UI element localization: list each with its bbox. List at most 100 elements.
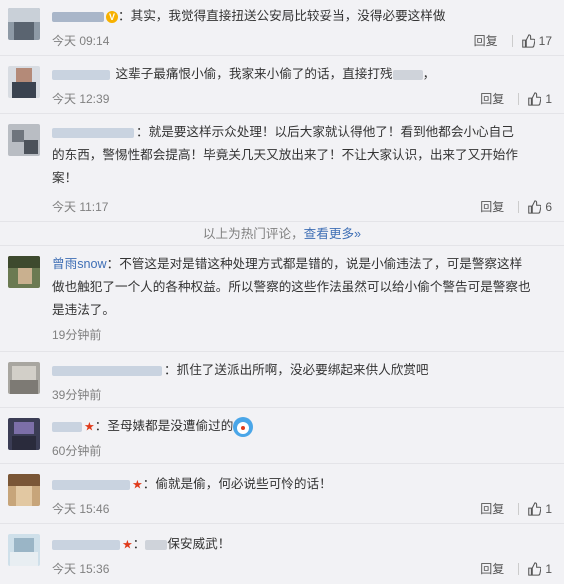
divider xyxy=(518,562,520,575)
comment-body: 曾雨snow：不管这是对是错这种处理方式都是错的，说是小偷违法了，可是警察这样 … xyxy=(52,253,546,322)
comment-text-line1: ：不管这是对是错这种处理方式都是错的，说是小偷违法了，可是警察这样 xyxy=(106,257,523,271)
reply-button[interactable]: 回复 xyxy=(480,198,504,215)
comment-time: 今天 15:36 xyxy=(52,562,110,576)
comment-text: ：抓住了送派出所啊，没必要绑起来供人欣赏吧 xyxy=(164,363,429,377)
like-count: 1 xyxy=(545,91,552,106)
comment-actions: 回复 1 xyxy=(480,560,552,577)
comment-body: ★：偷就是偷，何必说些可怜的话！ xyxy=(52,473,546,496)
comment-time: 39分钟前 xyxy=(52,388,102,402)
comment-text: 其实，我觉得直接扭送公安局比较妥当，没得必要这样做 xyxy=(130,9,446,23)
thumbs-up-icon[interactable] xyxy=(527,561,542,576)
comment-item: 这辈子最痛恨小偷，我家来小偷了的话，直接打残 ， 今天 12:39 回复 1 xyxy=(0,56,564,114)
comment-item: V ：其实，我觉得直接扭送公安局比较妥当，没得必要这样做 今天 09:14 回复 … xyxy=(0,0,564,56)
reply-button[interactable]: 回复 xyxy=(480,90,504,107)
comment-meta: 今天 09:14 回复 17 xyxy=(52,32,552,50)
thumbs-up-icon[interactable] xyxy=(527,199,542,214)
star-badge-icon: ★ xyxy=(132,477,143,492)
comment-time: 今天 12:39 xyxy=(52,92,110,106)
comment-text: 这辈子最痛恨小偷，我家来小偷了的话，直接打残 xyxy=(115,67,393,81)
comment-item: ：就是要这样示众处理！以后大家就认得他了！看到他都会小心自己 的东西，警惕性都会… xyxy=(0,114,564,222)
divider xyxy=(518,502,520,515)
avatar[interactable] xyxy=(8,66,40,98)
comment-text: ：偷就是偷，何必说些可怜的话！ xyxy=(142,477,332,491)
comment-meta: 今天 15:46 回复 1 xyxy=(52,500,552,518)
doraemon-emoji-icon xyxy=(233,416,254,437)
comment-text-line2: 的东西，警惕性都会提高！毕竟关几天又放出来了！不让大家认识，出来了又开始作 xyxy=(52,148,518,162)
hot-comments-label: 以上为热门评论， xyxy=(202,227,304,241)
avatar[interactable] xyxy=(8,124,40,156)
avatar[interactable] xyxy=(8,474,40,506)
view-more-link[interactable]: 查看更多» xyxy=(304,227,361,241)
star-badge-icon: ★ xyxy=(122,537,133,552)
verified-badge-icon: V xyxy=(106,10,118,23)
comment-meta: 39分钟前 xyxy=(52,386,552,404)
avatar[interactable] xyxy=(8,534,40,566)
chevron-right-icon: » xyxy=(354,227,362,241)
comment-meta: 今天 11:17 回复 6 xyxy=(52,198,552,216)
comment-actions: 回复 1 xyxy=(480,500,552,517)
username-blurred[interactable] xyxy=(52,127,134,138)
comment-meta: 今天 15:36 回复 1 xyxy=(52,560,552,578)
comment-time: 今天 11:17 xyxy=(52,200,109,214)
thumbs-up-icon[interactable] xyxy=(527,501,542,516)
comment-time: 19分钟前 xyxy=(52,328,102,342)
comment-list: V ：其实，我觉得直接扭送公安局比较妥当，没得必要这样做 今天 09:14 回复 … xyxy=(0,0,564,584)
blurred-text xyxy=(145,539,168,550)
comment-body: ：抓住了送派出所啊，没必要绑起来供人欣赏吧 xyxy=(52,359,546,381)
comment-text-line1: ：就是要这样示众处理！以后大家就认得他了！看到他都会小心自己 xyxy=(136,125,514,139)
avatar[interactable] xyxy=(8,8,40,40)
divider xyxy=(511,34,513,47)
divider xyxy=(518,92,520,105)
divider xyxy=(518,200,520,213)
username-blurred[interactable] xyxy=(52,479,130,490)
reply-button[interactable]: 回复 xyxy=(480,500,504,517)
like-count: 1 xyxy=(545,561,552,576)
comment-meta: 19分钟前 xyxy=(52,326,552,344)
username-blurred[interactable] xyxy=(52,365,162,376)
comment-item: ：抓住了送派出所啊，没必要绑起来供人欣赏吧 39分钟前 xyxy=(0,352,564,408)
avatar[interactable] xyxy=(8,418,40,450)
comment-text: ： xyxy=(132,537,146,551)
comment-body: ★：圣母婊都是没遭偷过的 xyxy=(52,415,546,438)
username-blurred[interactable] xyxy=(52,69,110,80)
like-count: 1 xyxy=(545,501,552,516)
comment-text-tail: 保安威武！ xyxy=(167,537,231,551)
comment-body: V ：其实，我觉得直接扭送公安局比较妥当，没得必要这样做 xyxy=(52,5,546,27)
comment-actions: 回复 6 xyxy=(480,198,552,215)
avatar[interactable] xyxy=(8,256,40,288)
comment-text-line2: 做也触犯了一个人的各种权益。所以警察的这些作法虽然可以给小偷个警告可是警察也 xyxy=(52,280,531,294)
username-blurred[interactable] xyxy=(52,11,104,22)
comment-actions: 回复 17 xyxy=(474,32,552,49)
comment-text: ：圣母婊都是没遭偷过的 xyxy=(94,419,234,433)
comment-text-tail: ， xyxy=(422,67,436,81)
comment-meta: 今天 12:39 回复 1 xyxy=(52,90,552,108)
comment-text-line3: 案！ xyxy=(52,171,78,185)
star-badge-icon: ★ xyxy=(84,419,95,434)
comment-meta: 60分钟前 xyxy=(52,442,552,460)
comment-time: 今天 09:14 xyxy=(52,34,110,48)
thumbs-up-icon[interactable] xyxy=(527,91,542,106)
username-blurred[interactable] xyxy=(52,421,82,432)
comment-time: 60分钟前 xyxy=(52,444,102,458)
avatar[interactable] xyxy=(8,362,40,394)
like-count: 17 xyxy=(538,33,552,48)
comment-body: ：就是要这样示众处理！以后大家就认得他了！看到他都会小心自己 的东西，警惕性都会… xyxy=(52,121,546,190)
blurred-text xyxy=(392,69,423,80)
comment-item: ★：偷就是偷，何必说些可怜的话！ 今天 15:46 回复 1 xyxy=(0,464,564,524)
comment-item: ★： 保安威武！ 今天 15:36 回复 1 xyxy=(0,524,564,584)
comment-item: ★：圣母婊都是没遭偷过的 60分钟前 xyxy=(0,408,564,464)
comment-actions: 回复 1 xyxy=(480,90,552,107)
comment-body: ★： 保安威武！ xyxy=(52,533,546,556)
reply-button[interactable]: 回复 xyxy=(474,32,498,49)
comment-body: 这辈子最痛恨小偷，我家来小偷了的话，直接打残 ， xyxy=(52,63,546,85)
hot-comments-divider: 以上为热门评论，查看更多» xyxy=(0,222,564,246)
comment-time: 今天 15:46 xyxy=(52,502,110,516)
like-count: 6 xyxy=(545,199,552,214)
comment-item: 曾雨snow：不管这是对是错这种处理方式都是错的，说是小偷违法了，可是警察这样 … xyxy=(0,246,564,352)
thumbs-up-icon[interactable] xyxy=(521,33,535,48)
comment-text-line3: 是违法了。 xyxy=(52,303,115,317)
reply-button[interactable]: 回复 xyxy=(480,560,504,577)
comment-colon: ： xyxy=(118,9,131,23)
username-blurred[interactable] xyxy=(52,539,120,550)
username[interactable]: 曾雨snow xyxy=(52,257,107,271)
